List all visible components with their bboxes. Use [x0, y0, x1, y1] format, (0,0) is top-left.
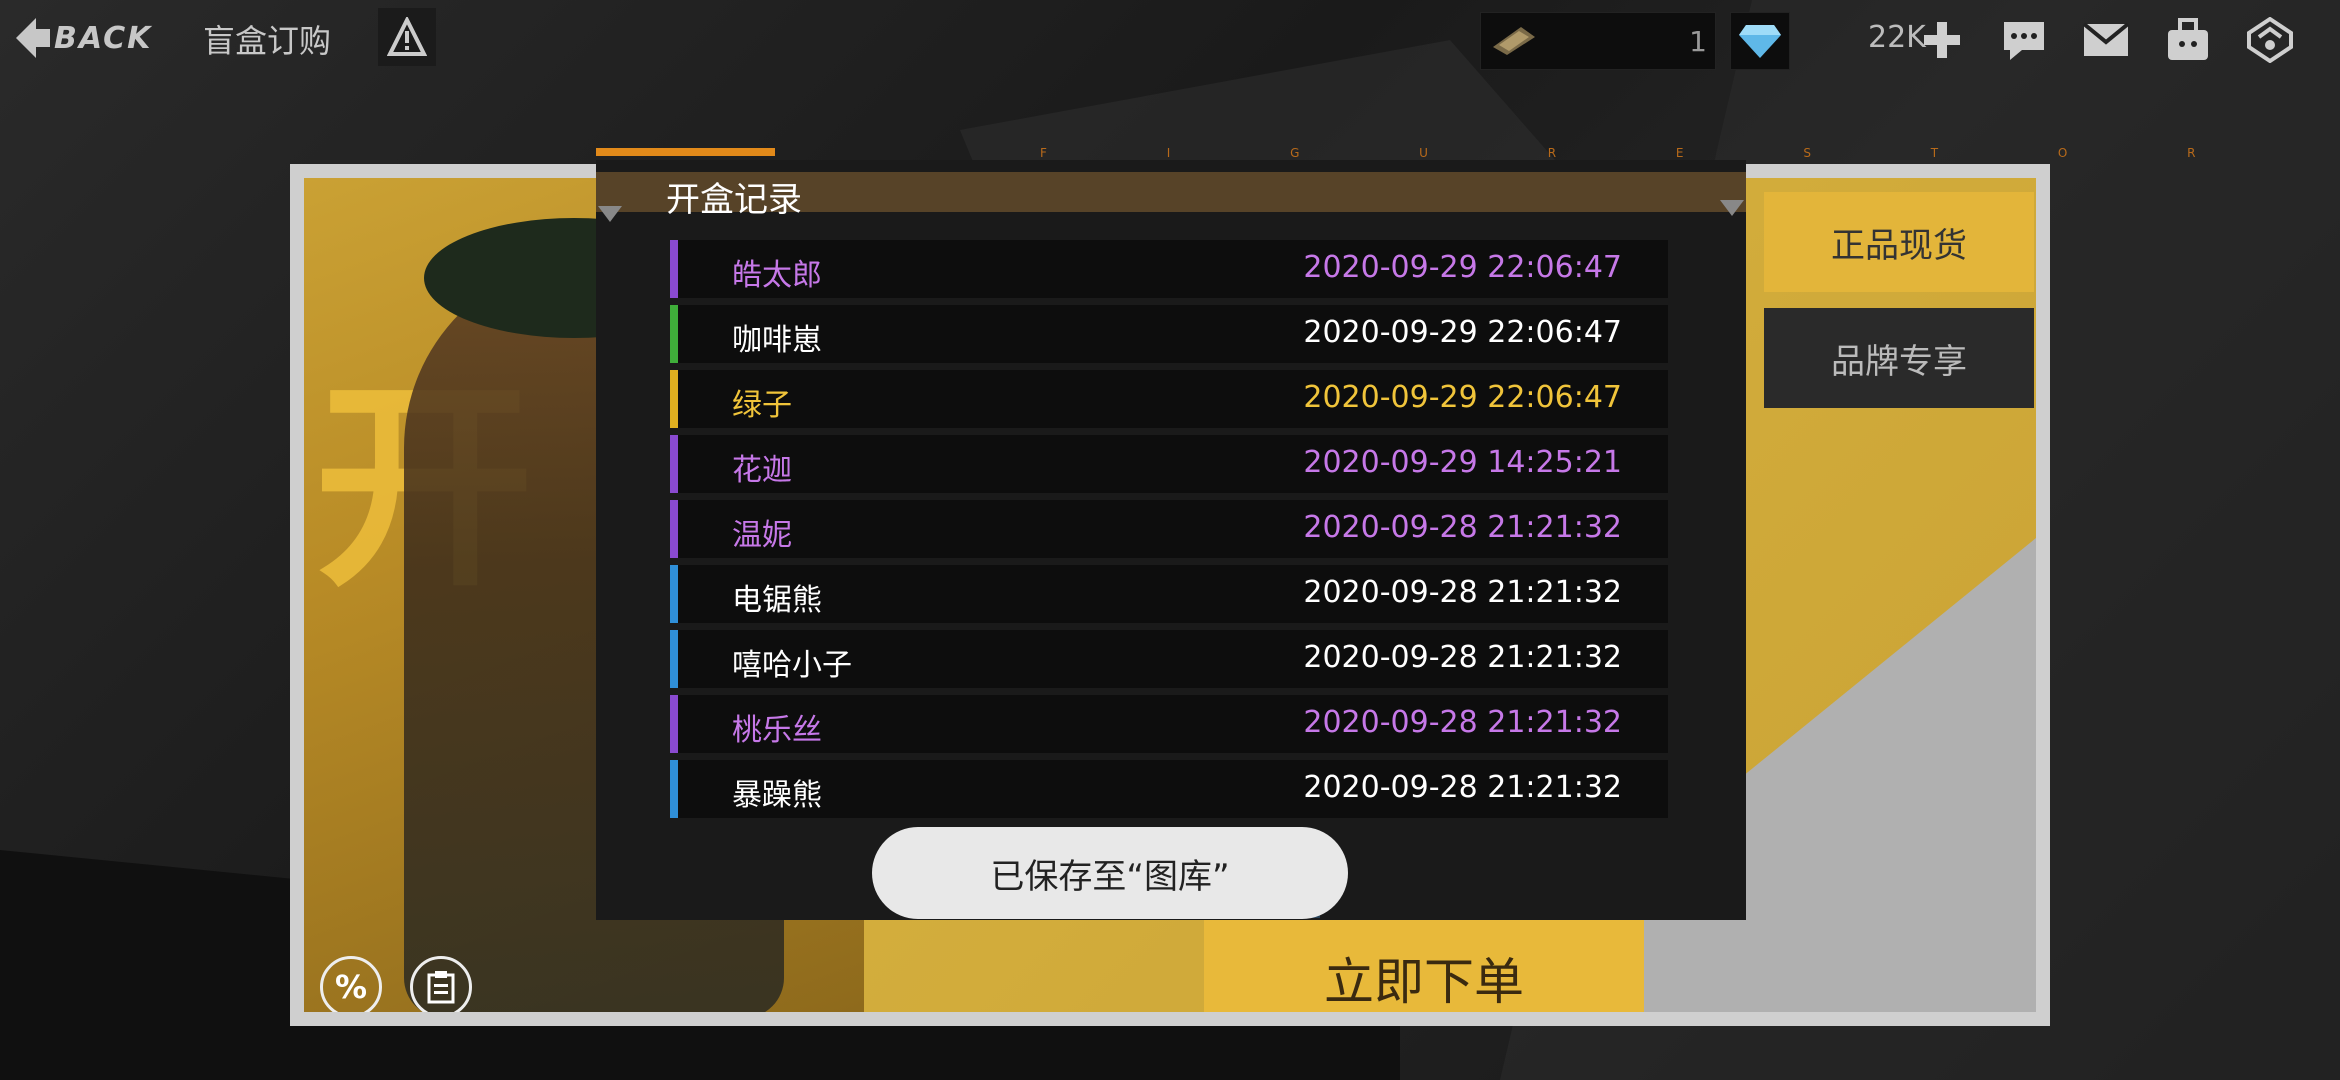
rarity-bar — [670, 370, 678, 428]
rarity-bar — [670, 240, 678, 298]
mail-icon — [2082, 22, 2130, 56]
toast-message: 已保存至“图库” — [872, 827, 1348, 919]
order-now-button[interactable]: 立即下单 — [1204, 918, 1644, 1012]
record-row[interactable]: 嘻哈小子 2020-09-28 21:21:32 — [670, 630, 1668, 688]
modal-title: 开盒记录 — [666, 180, 802, 220]
record-time: 2020-09-29 14:25:21 — [1303, 445, 1622, 480]
record-row[interactable]: 温妮 2020-09-28 21:21:32 — [670, 500, 1668, 558]
add-gem-button[interactable] — [1916, 14, 1968, 66]
record-time: 2020-09-28 21:21:32 — [1303, 705, 1622, 740]
record-name: 电锯熊 — [732, 583, 822, 618]
record-name: 温妮 — [732, 518, 792, 553]
open-box-record-dialog: 开盒记录 皓太郎 2020-09-29 22:06:47 咖啡崽 2020-09-29… — [596, 160, 1746, 920]
rarity-bar — [670, 695, 678, 753]
rank-button[interactable] — [2244, 14, 2296, 66]
chat-button[interactable] — [1998, 14, 2050, 66]
record-time: 2020-09-28 21:21:32 — [1303, 770, 1622, 805]
record-row[interactable]: 花迦 2020-09-29 14:25:21 — [670, 435, 1668, 493]
chat-icon — [2004, 22, 2044, 60]
clipboard-button[interactable] — [410, 956, 472, 1012]
record-name: 绿子 — [732, 388, 792, 423]
rank-icon — [2247, 17, 2293, 63]
corner-triangle-icon — [1720, 200, 1744, 216]
record-list[interactable]: 皓太郎 2020-09-29 22:06:47 咖啡崽 2020-09-29 22:0… — [670, 240, 1668, 838]
record-name: 咖啡崽 — [732, 323, 822, 358]
plus-icon — [1924, 22, 1960, 58]
record-row[interactable]: 皓太郎 2020-09-29 22:06:47 — [670, 240, 1668, 298]
rarity-bar — [670, 565, 678, 623]
record-time: 2020-09-29 22:06:47 — [1303, 380, 1622, 415]
back-label: BACK — [54, 20, 153, 56]
record-row[interactable]: 桃乐丝 2020-09-28 21:21:32 — [670, 695, 1668, 753]
warning-icon — [387, 17, 427, 56]
clipboard-icon — [427, 971, 455, 1004]
record-time: 2020-09-28 21:21:32 — [1303, 510, 1622, 545]
page-title: 盲盒订购 — [203, 22, 332, 60]
ticket-counter[interactable]: 1 — [1480, 12, 1716, 70]
gem-shop-button[interactable] — [1730, 12, 1790, 70]
record-name: 暴躁熊 — [732, 778, 822, 813]
bag-button[interactable] — [2162, 14, 2214, 66]
tab-brand-exclusive[interactable]: 品牌专享 — [1764, 308, 2034, 408]
rarity-bar — [670, 630, 678, 688]
diamond-icon — [1739, 25, 1781, 58]
warning-button[interactable] — [378, 8, 436, 66]
rarity-bar — [670, 760, 678, 818]
record-row[interactable]: 暴躁熊 2020-09-28 21:21:32 — [670, 760, 1668, 818]
back-button[interactable]: BACK — [16, 18, 152, 58]
record-row[interactable]: 绿子 2020-09-29 22:06:47 — [670, 370, 1668, 428]
rarity-bar — [670, 500, 678, 558]
record-name: 嘻哈小子 — [732, 648, 852, 683]
record-row[interactable]: 咖啡崽 2020-09-29 22:06:47 — [670, 305, 1668, 363]
back-arrow-icon — [16, 18, 50, 58]
record-name: 桃乐丝 — [732, 713, 822, 748]
record-name: 花迦 — [732, 453, 792, 488]
rarity-bar — [670, 305, 678, 363]
record-time: 2020-09-29 22:06:47 — [1303, 250, 1622, 285]
discount-button[interactable]: % — [320, 956, 382, 1012]
record-time: 2020-09-28 21:21:32 — [1303, 575, 1622, 610]
ticket-count: 1 — [1689, 25, 1707, 58]
record-name: 皓太郎 — [732, 258, 822, 293]
modal-accent-bar — [771, 148, 775, 156]
modal-accent-bar — [596, 148, 771, 156]
rarity-bar — [670, 435, 678, 493]
ticket-icon — [1493, 27, 1535, 55]
mail-button[interactable] — [2080, 14, 2132, 66]
bag-icon — [2168, 18, 2208, 60]
tab-genuine-stock[interactable]: 正品现货 — [1764, 192, 2034, 292]
record-time: 2020-09-29 22:06:47 — [1303, 315, 1622, 350]
record-row[interactable]: 电锯熊 2020-09-28 21:21:32 — [670, 565, 1668, 623]
corner-triangle-icon — [598, 206, 622, 222]
percent-icon: % — [334, 968, 368, 1006]
record-time: 2020-09-28 21:21:32 — [1303, 640, 1622, 675]
